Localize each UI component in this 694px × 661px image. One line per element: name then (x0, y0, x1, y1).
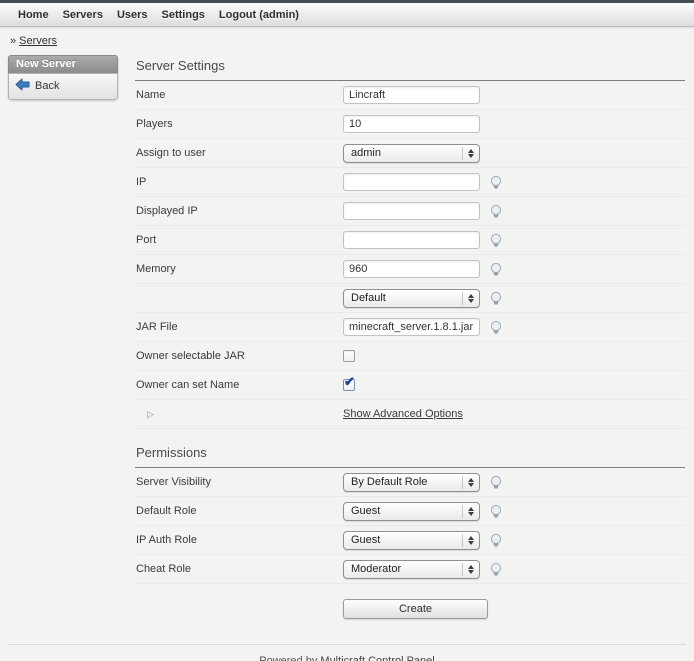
lightbulb-help-icon[interactable] (489, 204, 503, 219)
ip-auth-role-label: IP Auth Role (135, 534, 343, 546)
select-stepper-icon (462, 476, 478, 489)
nav-item-home[interactable]: Home (11, 9, 56, 21)
memory-label: Memory (135, 263, 343, 275)
nav-item-users[interactable]: Users (110, 9, 155, 21)
select-stepper-icon (462, 505, 478, 518)
select-stepper-icon (462, 563, 478, 576)
profile-row: Default (135, 284, 685, 313)
ip-row: IP (135, 168, 685, 197)
port-row: Port (135, 226, 685, 255)
lightbulb-help-icon[interactable] (489, 262, 503, 277)
default-role-select[interactable]: Guest (343, 502, 480, 521)
memory-input[interactable] (343, 260, 480, 278)
server-visibility-row: Server Visibility By Default Role (135, 468, 685, 497)
server-settings-heading: Server Settings (135, 53, 685, 81)
back-button-label: Back (35, 80, 59, 92)
owner-selectable-jar-label: Owner selectable JAR (135, 350, 343, 362)
ip-auth-role-select[interactable]: Guest (343, 531, 480, 550)
owner-can-set-name-label: Owner can set Name (135, 379, 343, 391)
breadcrumb: »Servers (0, 27, 694, 53)
displayed-ip-row: Displayed IP (135, 197, 685, 226)
owner-can-set-name-row: Owner can set Name ✔ (135, 371, 685, 400)
sidebar-panel: New Server Back (8, 55, 118, 100)
jar-file-row: JAR File (135, 313, 685, 342)
memory-row: Memory (135, 255, 685, 284)
players-input[interactable] (343, 115, 480, 133)
jar-file-label: JAR File (135, 321, 343, 333)
owner-selectable-jar-checkbox[interactable]: ✔ (343, 350, 355, 362)
name-label: Name (135, 89, 343, 101)
jar-file-input[interactable] (343, 318, 480, 336)
cheat-role-select[interactable]: Moderator (343, 560, 480, 579)
lightbulb-help-icon[interactable] (489, 233, 503, 248)
back-button[interactable]: Back (15, 78, 111, 94)
create-button[interactable]: Create (343, 599, 488, 619)
cheat-role-label: Cheat Role (135, 563, 343, 575)
create-row: Create (135, 584, 685, 619)
port-input[interactable] (343, 231, 480, 249)
permissions-heading: Permissions (135, 440, 685, 468)
triangle-right-icon[interactable]: ▷ (136, 409, 154, 419)
sidebar-title: New Server (8, 55, 118, 73)
lightbulb-help-icon[interactable] (489, 291, 503, 306)
checkmark-icon: ✔ (344, 375, 355, 388)
server-visibility-select[interactable]: By Default Role (343, 473, 480, 492)
select-stepper-icon (462, 534, 478, 547)
nav-item-logout[interactable]: Logout (admin) (212, 9, 306, 21)
players-label: Players (135, 118, 343, 130)
displayed-ip-label: Displayed IP (135, 205, 343, 217)
default-role-label: Default Role (135, 505, 343, 517)
lightbulb-help-icon[interactable] (489, 175, 503, 190)
ip-label: IP (135, 176, 343, 188)
server-visibility-label: Server Visibility (135, 476, 343, 488)
top-navigation: Home Servers Users Settings Logout (admi… (0, 0, 694, 27)
multicraft-link[interactable]: Multicraft Control Panel (320, 655, 434, 661)
name-row: Name (135, 81, 685, 110)
lightbulb-help-icon[interactable] (489, 504, 503, 519)
assign-user-select[interactable]: admin (343, 144, 480, 163)
breadcrumb-link-servers[interactable]: Servers (19, 35, 57, 47)
profile-select[interactable]: Default (343, 289, 480, 308)
ip-input[interactable] (343, 173, 480, 191)
displayed-ip-input[interactable] (343, 202, 480, 220)
owner-selectable-jar-row: Owner selectable JAR ✔ (135, 342, 685, 371)
nav-item-servers[interactable]: Servers (56, 9, 110, 21)
arrow-left-icon (15, 78, 30, 94)
cheat-role-selected-value: Moderator (344, 563, 462, 575)
cheat-role-row: Cheat Role Moderator (135, 555, 685, 584)
lightbulb-help-icon[interactable] (489, 320, 503, 335)
ip-auth-role-selected-value: Guest (344, 534, 462, 546)
assign-user-row: Assign to user admin (135, 139, 685, 168)
nav-item-settings[interactable]: Settings (155, 9, 212, 21)
lightbulb-help-icon[interactable] (489, 475, 503, 490)
players-row: Players (135, 110, 685, 139)
ip-auth-role-row: IP Auth Role Guest (135, 526, 685, 555)
owner-can-set-name-checkbox[interactable]: ✔ (343, 379, 355, 391)
server-visibility-selected-value: By Default Role (344, 476, 462, 488)
default-role-selected-value: Guest (344, 505, 462, 517)
name-input[interactable] (343, 86, 480, 104)
advanced-options-row: ▷ Show Advanced Options (135, 400, 685, 429)
lightbulb-help-icon[interactable] (489, 533, 503, 548)
assign-user-label: Assign to user (135, 147, 343, 159)
select-stepper-icon (462, 292, 478, 305)
page-footer: Powered by Multicraft Control Panel (8, 644, 686, 661)
default-role-row: Default Role Guest (135, 497, 685, 526)
breadcrumb-marker: » (10, 35, 16, 47)
profile-selected-value: Default (344, 292, 462, 304)
select-stepper-icon (462, 147, 478, 160)
footer-text: Powered by (259, 655, 317, 661)
port-label: Port (135, 234, 343, 246)
lightbulb-help-icon[interactable] (489, 562, 503, 577)
show-advanced-options-link[interactable]: Show Advanced Options (343, 408, 463, 420)
assign-user-selected-value: admin (344, 147, 462, 159)
